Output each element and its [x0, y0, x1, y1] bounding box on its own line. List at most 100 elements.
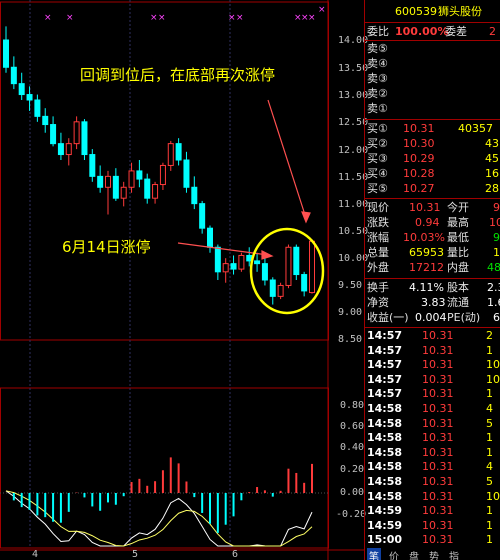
buy-row: 买⑤ 10.27 28 — [365, 182, 500, 196]
buy-price: 10.29 — [403, 152, 435, 165]
stock-header[interactable]: 600539 狮头股份 — [365, 5, 500, 19]
candle-body — [112, 175, 119, 199]
quote-label: 内盘 — [447, 261, 469, 274]
candle-body — [301, 274, 308, 292]
tick-price: 10.31 — [422, 343, 454, 357]
x-tick: 4 — [32, 549, 39, 560]
weibi-value: 100.00% — [395, 25, 449, 38]
tick-row: 14:58 10.31 1 — [365, 431, 500, 445]
annotation-bottom-limit-up: 回调到位后，在底部再次涨停 — [80, 66, 276, 84]
weicha-value: 2 — [489, 25, 496, 38]
weicha-label: 委差 — [445, 25, 467, 38]
stats-label: PE(动) — [447, 311, 481, 324]
sell-row: 卖④ — [365, 57, 500, 71]
tick-price: 10.31 — [422, 533, 454, 547]
tick-volume: 4 — [486, 402, 493, 415]
low-price: 9 — [493, 231, 500, 244]
price-tick: 8.50 — [338, 334, 363, 345]
candle-body — [42, 115, 49, 126]
macd-plot-frame — [0, 387, 329, 549]
kline-chart-panel[interactable]: × × × × × × × × × × 14.00 13.50 13.00 12.50 1… — [0, 0, 368, 560]
tick-time: 14:58 — [367, 475, 403, 488]
sell-label: 卖④ — [367, 57, 388, 70]
tick-row: 14:59 10.31 1 — [365, 519, 500, 533]
candle-body — [175, 143, 182, 161]
tick-time: 14:58 — [367, 402, 403, 415]
sell-label: 卖③ — [367, 72, 388, 85]
tick-price: 10.31 — [422, 460, 454, 474]
tab-price[interactable]: 价 — [389, 548, 399, 560]
candle-body — [73, 121, 80, 145]
quote-panel: 600539 狮头股份 委比 100.00% 委差 2 卖⑤ 卖④ 卖③ 卖② … — [364, 0, 500, 560]
candle-body — [26, 94, 33, 101]
tick-price: 10.31 — [422, 358, 454, 372]
tick-time: 14:58 — [367, 445, 403, 459]
sell-label: 卖① — [367, 102, 388, 115]
sell-row: 卖⑤ — [365, 42, 500, 56]
candle-body — [230, 263, 237, 270]
quote-row: 现价 10.31 今开 9 — [365, 201, 500, 215]
candle-body — [65, 143, 72, 156]
float-shares: 1.6 — [487, 296, 500, 309]
candle-body — [89, 154, 96, 177]
macd-tick: 0.40 — [340, 442, 365, 453]
tick-price: 10.31 — [422, 387, 454, 401]
turnover-rate: 4.11% — [409, 281, 444, 294]
divider — [365, 278, 500, 279]
candle-body — [269, 279, 276, 297]
quote-row: 涨跌 0.94 最高 10 — [365, 216, 500, 230]
tab-trend[interactable]: 势 — [429, 548, 439, 560]
tick-time: 14:58 — [367, 431, 403, 445]
sell-row: 卖③ — [365, 72, 500, 86]
tick-volume: 2 — [486, 329, 493, 342]
quote-label: 量比 — [447, 246, 469, 259]
quote-label: 现价 — [367, 201, 389, 214]
tick-volume: 5 — [486, 416, 493, 430]
divider — [365, 119, 500, 120]
svg-text:×: × — [228, 13, 236, 23]
tick-price: 10.31 — [422, 445, 454, 459]
candle-body — [18, 83, 25, 96]
candle-body — [293, 246, 300, 276]
candle-body — [144, 178, 151, 199]
tick-price: 10.31 — [422, 504, 454, 518]
quote-label: 今开 — [447, 201, 469, 214]
tick-price: 10.31 — [422, 402, 454, 415]
buy-price: 10.28 — [403, 167, 435, 180]
macd-dea-line — [5, 490, 313, 547]
stock-code: 600539 — [395, 5, 437, 18]
svg-text:×: × — [150, 13, 158, 23]
tick-time: 14:59 — [367, 504, 403, 518]
quote-row: 外盘 17212 内盘 48 — [365, 261, 500, 275]
tick-time: 14:57 — [367, 343, 403, 357]
tick-time: 14:58 — [367, 460, 403, 474]
x-tick: 5 — [132, 549, 139, 560]
macd-tick: 0.20 — [340, 464, 365, 475]
outer-volume: 17212 — [409, 261, 444, 274]
quote-label: 涨跌 — [367, 216, 389, 229]
stock-name: 狮头股份 — [438, 5, 482, 18]
candle-body — [97, 175, 104, 188]
open-price: 9 — [493, 201, 500, 214]
candle-body — [261, 263, 268, 281]
divider — [365, 198, 500, 199]
candle-body — [183, 159, 190, 188]
buy-label: 买③ — [367, 152, 388, 165]
candle-body — [222, 263, 229, 273]
candle-body — [214, 246, 221, 273]
tick-row: 14:58 10.31 5 — [365, 475, 500, 489]
buy-volume: 43 — [485, 137, 499, 150]
tab-orderbook[interactable]: 盘 — [409, 548, 419, 560]
candle-body — [10, 66, 17, 85]
tick-time: 14:57 — [367, 329, 403, 342]
quote-label: 总量 — [367, 246, 389, 259]
tick-row: 15:00 10.31 1 — [365, 533, 500, 547]
tick-time: 14:57 — [367, 358, 403, 372]
tab-trades[interactable]: 笔 — [367, 548, 381, 560]
candle-body — [199, 203, 206, 229]
tick-price: 10.31 — [422, 372, 454, 386]
tab-index[interactable]: 指 — [449, 548, 459, 560]
x-tick: 6 — [232, 549, 239, 560]
candle-body — [152, 184, 159, 199]
buy-label: 买④ — [367, 167, 388, 180]
